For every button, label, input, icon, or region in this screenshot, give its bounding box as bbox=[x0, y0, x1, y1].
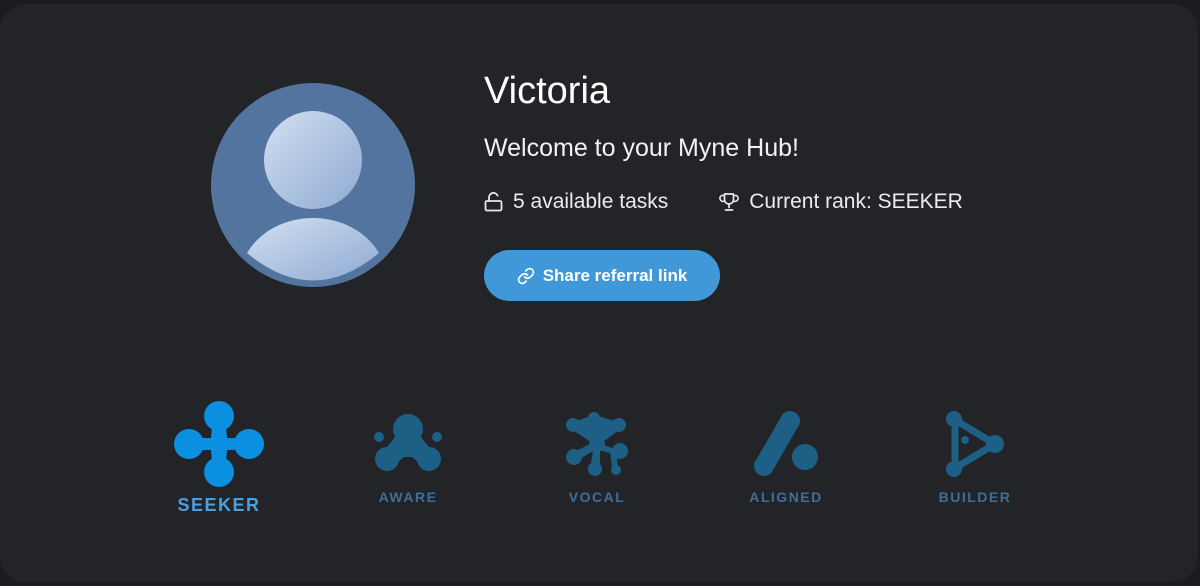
trophy-icon bbox=[719, 193, 740, 211]
aware-icon bbox=[374, 414, 442, 476]
available-tasks-text: 5 available tasks bbox=[513, 190, 669, 213]
current-rank: Current rank: SEEKER bbox=[719, 190, 963, 214]
rank-aware-label: AWARE bbox=[378, 489, 438, 505]
rank-seeker[interactable]: SEEKER bbox=[124, 399, 314, 516]
avatar bbox=[211, 83, 415, 287]
rank-builder-label: BUILDER bbox=[938, 489, 1012, 505]
welcome-message: Welcome to your Myne Hub! bbox=[484, 134, 799, 162]
rank-aware[interactable]: AWARE bbox=[313, 399, 503, 505]
rank-vocal[interactable]: VOCAL bbox=[502, 399, 692, 505]
link-icon bbox=[517, 267, 534, 284]
available-tasks: 5 available tasks bbox=[484, 190, 668, 214]
rank-builder[interactable]: BUILDER bbox=[880, 399, 1070, 505]
rank-aligned[interactable]: ALIGNED bbox=[691, 399, 881, 505]
rank-seeker-label: SEEKER bbox=[177, 495, 261, 515]
unlock-icon bbox=[484, 192, 503, 212]
stats-row: 5 available tasks Current rank: SEEKER bbox=[484, 187, 963, 217]
share-referral-button[interactable]: Share referral link bbox=[484, 250, 720, 301]
share-referral-label: Share referral link bbox=[542, 265, 688, 285]
aligned-icon bbox=[754, 411, 818, 476]
profile-card: Victoria Welcome to your Myne Hub! 5 ava… bbox=[0, 4, 1198, 582]
builder-icon bbox=[946, 411, 1004, 477]
user-name: Victoria bbox=[484, 70, 611, 112]
user-silhouette-icon bbox=[247, 111, 379, 281]
vocal-icon bbox=[566, 412, 628, 476]
rank-vocal-label: VOCAL bbox=[568, 489, 626, 505]
current-rank-text: Current rank: SEEKER bbox=[749, 190, 963, 213]
seeker-icon bbox=[174, 401, 264, 487]
rank-aligned-label: ALIGNED bbox=[749, 489, 823, 505]
